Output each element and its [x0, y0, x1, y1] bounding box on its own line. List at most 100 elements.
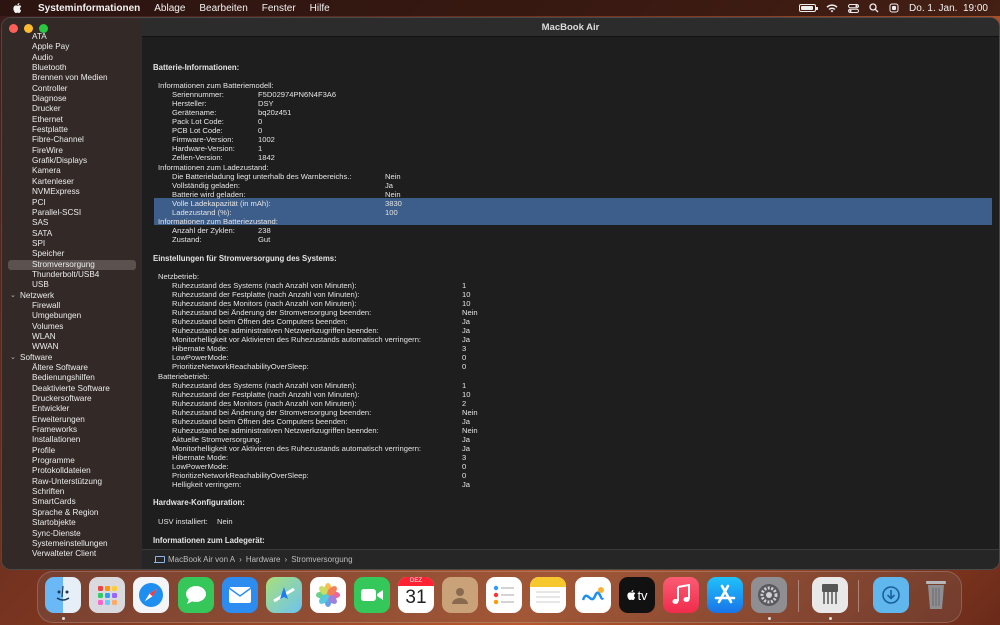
- tv-icon[interactable]: tv: [619, 577, 655, 613]
- finder-icon[interactable]: [45, 577, 81, 613]
- sidebar-item[interactable]: Diagnose: [2, 94, 142, 104]
- sidebar-item[interactable]: Schriften: [2, 487, 142, 497]
- apple-logo-icon[interactable]: [12, 2, 26, 14]
- sidebar-item[interactable]: Speicher: [2, 249, 142, 259]
- sidebar-item[interactable]: Erweiterungen: [2, 415, 142, 425]
- sidebar-item[interactable]: Entwickler: [2, 404, 142, 414]
- sidebar-item[interactable]: ATA: [2, 32, 142, 42]
- sidebar-item[interactable]: Audio: [2, 53, 142, 63]
- sidebar-item[interactable]: Protokolldateien: [2, 466, 142, 476]
- facetime-icon[interactable]: [354, 577, 390, 613]
- menubar-datetime[interactable]: Do. 1. Jan. 19:00: [909, 3, 988, 14]
- sidebar-item[interactable]: Apple Pay: [2, 42, 142, 52]
- sidebar-item[interactable]: Programme: [2, 456, 142, 466]
- sidebar-item[interactable]: Profile: [2, 446, 142, 456]
- sidebar-item[interactable]: Ethernet: [2, 115, 142, 125]
- sidebar-item[interactable]: Stromversorgung: [8, 259, 136, 270]
- sidebar-item[interactable]: Sprache & Region: [2, 508, 142, 518]
- search-icon[interactable]: [869, 3, 879, 13]
- sidebar-item[interactable]: Volumes: [2, 322, 142, 332]
- zoom-button[interactable]: [39, 24, 48, 33]
- sidebar-item[interactable]: Kartenleser: [2, 177, 142, 187]
- path-item-computer[interactable]: MacBook Air von A: [168, 555, 235, 564]
- downloads-folder-icon[interactable]: [873, 577, 909, 613]
- sidebar-item[interactable]: Grafik/Displays: [2, 156, 142, 166]
- disclosure-chevron-icon[interactable]: ⌄: [10, 291, 16, 301]
- detail-view[interactable]: Batterie-Informationen: Informationen zum…: [142, 38, 999, 548]
- info-value: Nein: [462, 308, 478, 318]
- sidebar-item[interactable]: Firewall: [2, 301, 142, 311]
- control-center-icon[interactable]: [848, 3, 860, 13]
- contacts-icon[interactable]: [442, 577, 478, 613]
- path-item-power[interactable]: Stromversorgung: [291, 555, 352, 564]
- sidebar-item[interactable]: Installationen: [2, 435, 142, 445]
- sidebar-item[interactable]: Verwalteter Client: [2, 549, 142, 559]
- info-key: Monitorhelligkeit vor Aktivieren des Ruh…: [172, 335, 422, 345]
- freeform-icon[interactable]: [575, 577, 611, 613]
- menu-app-name[interactable]: Systeminformationen: [38, 3, 140, 14]
- menu-bearbeiten[interactable]: Bearbeiten: [199, 3, 247, 14]
- maps-icon[interactable]: [266, 577, 302, 613]
- messages-icon[interactable]: [178, 577, 214, 613]
- sidebar-item[interactable]: SmartCards: [2, 497, 142, 507]
- sidebar-item[interactable]: Frameworks: [2, 425, 142, 435]
- sidebar-item[interactable]: NVMExpress: [2, 187, 142, 197]
- reminders-icon[interactable]: [486, 577, 522, 613]
- section-title-power: Einstellungen für Stromversorgung des Sy…: [153, 254, 337, 263]
- music-icon[interactable]: [663, 577, 699, 613]
- wifi-icon[interactable]: [826, 3, 838, 13]
- appstore-icon[interactable]: [707, 577, 743, 613]
- system-settings-icon[interactable]: [751, 577, 787, 613]
- sidebar-item[interactable]: Sync-Dienste: [2, 529, 142, 539]
- info-value: Ja: [462, 326, 471, 336]
- sidebar-item[interactable]: USB: [2, 280, 142, 290]
- trash-icon[interactable]: [918, 577, 954, 613]
- safari-icon[interactable]: [133, 577, 169, 613]
- sidebar-item[interactable]: SATA: [2, 229, 142, 239]
- disclosure-chevron-icon[interactable]: ⌄: [10, 353, 16, 363]
- system-information-icon[interactable]: [812, 577, 848, 613]
- sidebar-item[interactable]: Bedienungshilfen: [2, 373, 142, 383]
- notes-icon[interactable]: [530, 577, 566, 613]
- sidebar-item[interactable]: Bluetooth: [2, 63, 142, 73]
- sidebar-item[interactable]: Thunderbolt/USB4: [2, 270, 142, 280]
- battery-icon[interactable]: [799, 4, 819, 12]
- photos-icon[interactable]: [310, 577, 346, 613]
- sidebar-item[interactable]: Festplatte: [2, 125, 142, 135]
- close-button[interactable]: [9, 24, 18, 33]
- sidebar-item[interactable]: Ältere Software: [2, 363, 142, 373]
- sidebar-item[interactable]: Parallel-SCSI: [2, 208, 142, 218]
- info-value: Ja: [462, 480, 471, 490]
- sidebar-item[interactable]: Kamera: [2, 166, 142, 176]
- sidebar-item[interactable]: WWAN: [2, 342, 142, 352]
- sidebar-item[interactable]: Umgebungen: [2, 311, 142, 321]
- info-key: Ruhezustand des Systems (nach Anzahl von…: [172, 281, 357, 290]
- launchpad-icon[interactable]: [89, 577, 125, 613]
- sidebar-item[interactable]: WLAN: [2, 332, 142, 342]
- sidebar-item[interactable]: SPI: [2, 239, 142, 249]
- sidebar-item[interactable]: Deaktivierte Software: [2, 384, 142, 394]
- sidebar-item[interactable]: Systemeinstellungen: [2, 539, 142, 549]
- menu-hilfe[interactable]: Hilfe: [310, 3, 330, 14]
- sidebar-item[interactable]: FireWire: [2, 146, 142, 156]
- calendar-icon[interactable]: DEZ 31: [398, 577, 434, 613]
- sidebar-category-software[interactable]: ⌄ Software: [2, 353, 142, 363]
- sidebar-item[interactable]: Drucker: [2, 104, 142, 114]
- siri-icon[interactable]: [889, 3, 899, 13]
- sidebar-item[interactable]: Startobjekte: [2, 518, 142, 528]
- sidebar-item[interactable]: Fibre-Channel: [2, 135, 142, 145]
- info-key: Ruhezustand bei administrativen Netzwerk…: [172, 326, 379, 336]
- menu-ablage[interactable]: Ablage: [154, 3, 185, 14]
- sidebar-item[interactable]: Brennen von Medien: [2, 73, 142, 83]
- sidebar-item[interactable]: Raw-Unterstützung: [2, 477, 142, 487]
- sidebar-item[interactable]: SAS: [2, 218, 142, 228]
- minimize-button[interactable]: [24, 24, 33, 33]
- path-item-hardware[interactable]: Hardware: [246, 555, 281, 564]
- mail-icon[interactable]: [222, 577, 258, 613]
- sidebar-item[interactable]: PCI: [2, 198, 142, 208]
- running-indicator: [768, 617, 771, 620]
- sidebar-item[interactable]: Controller: [2, 84, 142, 94]
- sidebar-item[interactable]: Druckersoftware: [2, 394, 142, 404]
- menu-fenster[interactable]: Fenster: [262, 3, 296, 14]
- sidebar-category-network[interactable]: ⌄ Netzwerk: [2, 291, 142, 301]
